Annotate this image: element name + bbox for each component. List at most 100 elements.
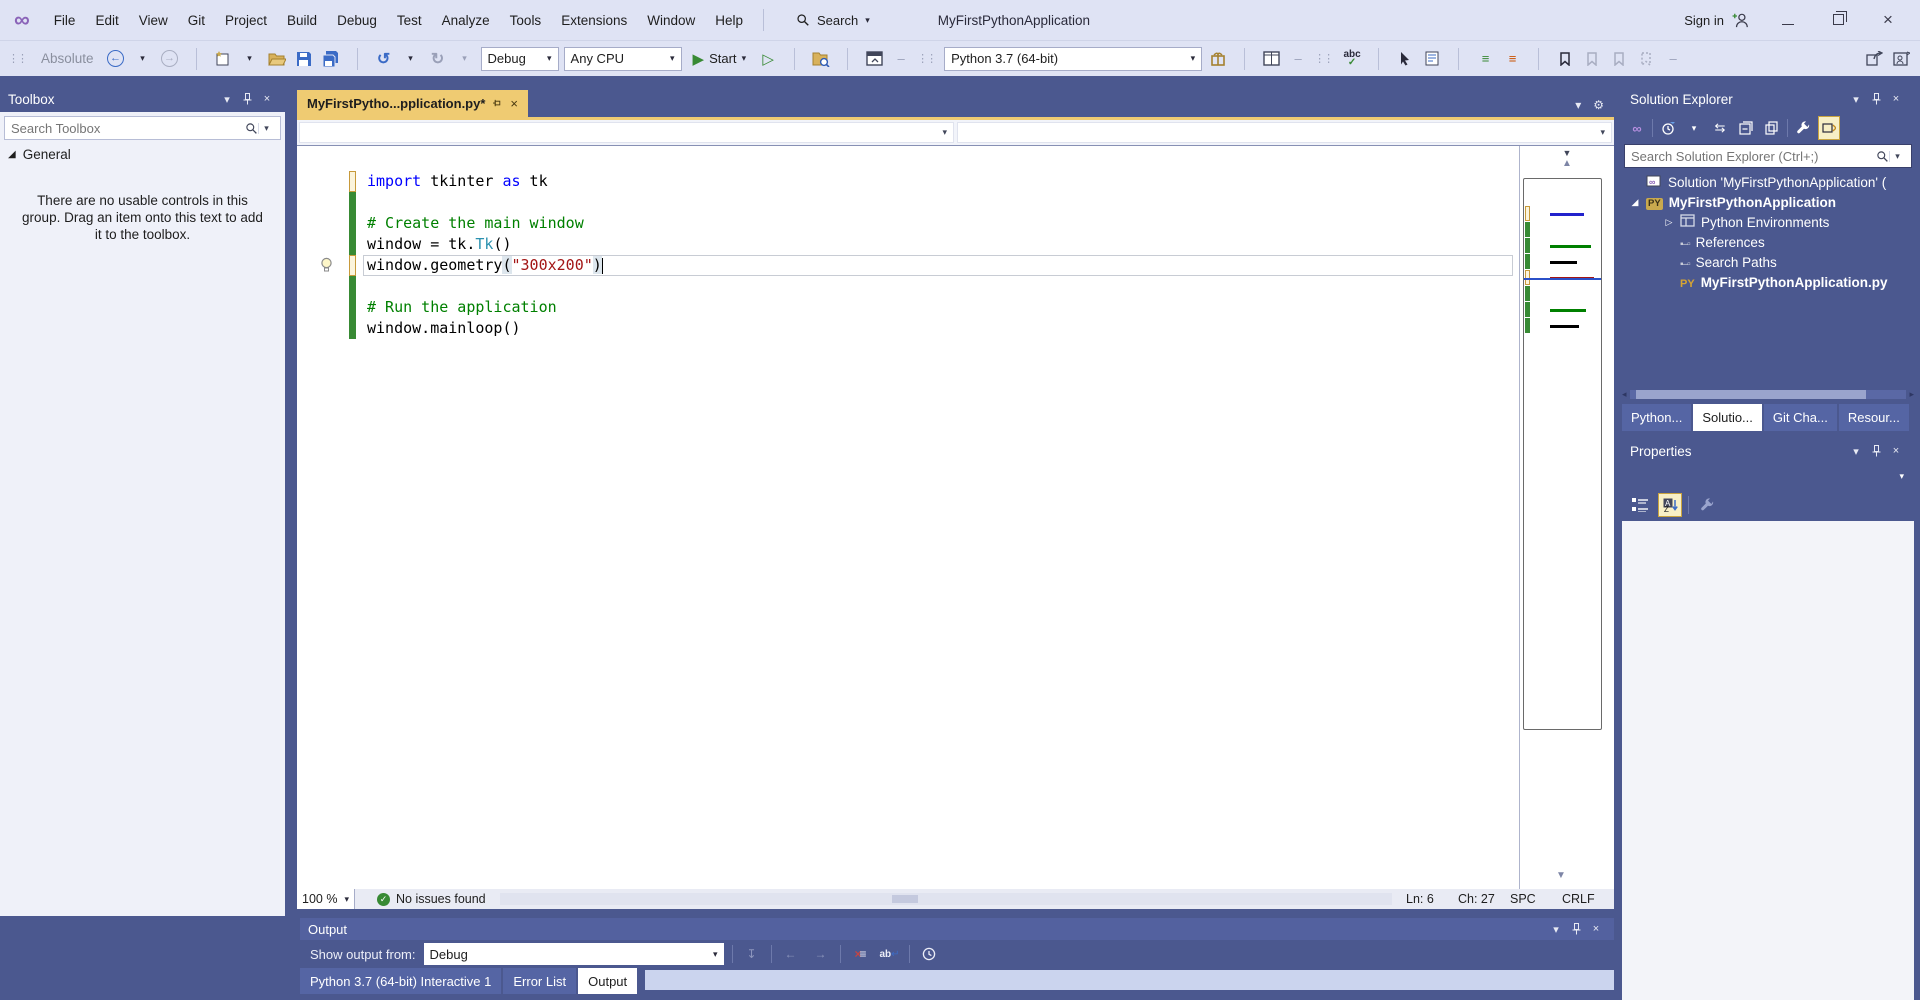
restore-button[interactable]: [1826, 12, 1850, 28]
window-position-chevron-icon[interactable]: ▾: [1846, 90, 1866, 108]
tree-item-python-environments[interactable]: ▷Python Environments: [1622, 212, 1914, 232]
tab-output[interactable]: Output: [578, 968, 637, 994]
next-bookmark-button[interactable]: [1608, 46, 1630, 72]
alphabetical-sort-icon[interactable]: AZ: [1658, 493, 1682, 517]
code-area[interactable]: import tkinter as tk# Create the main wi…: [297, 150, 1519, 339]
collapse-all-icon[interactable]: [1735, 116, 1757, 140]
menu-test[interactable]: Test: [387, 9, 432, 32]
toolbar-drag-grip[interactable]: ⋮⋮: [1314, 52, 1332, 65]
tree-item-search-paths[interactable]: ▪–▫Search Paths: [1622, 252, 1914, 272]
line-ending-indicator[interactable]: CRLF: [1562, 892, 1614, 906]
switch-views-icon[interactable]: ∞: [1626, 116, 1648, 140]
scrollbar-map[interactable]: [1523, 178, 1602, 730]
tab-resour-[interactable]: Resour...: [1839, 404, 1909, 431]
share-button[interactable]: [1863, 46, 1885, 72]
tree-item-myfirstpythonapplication-py[interactable]: PYMyFirstPythonApplication.py: [1622, 272, 1914, 292]
toolbox-search[interactable]: ▾: [4, 116, 281, 140]
solution-explorer-search-input[interactable]: [1631, 149, 1876, 164]
increase-indent-button[interactable]: ≡: [1501, 46, 1523, 72]
sync-namespaces-icon[interactable]: ⇆: [1709, 116, 1731, 140]
interactive-window-button[interactable]: [1260, 46, 1282, 72]
close-icon[interactable]: ×: [1586, 920, 1606, 938]
toolbox-search-input[interactable]: [11, 121, 245, 136]
editor-settings-gear-icon[interactable]: ⚙: [1593, 98, 1604, 112]
issues-indicator[interactable]: ✓ No issues found: [377, 892, 486, 906]
code-line[interactable]: [297, 192, 1519, 213]
toolbar-drag-grip[interactable]: ⋮⋮: [917, 52, 935, 65]
tab-git-cha-[interactable]: Git Cha...: [1764, 404, 1837, 431]
zoom-combobox[interactable]: 100 % ▾: [297, 889, 355, 909]
tree-item-myfirstpythonapplication[interactable]: ◢PYMyFirstPythonApplication: [1622, 192, 1914, 212]
start-debugging-button[interactable]: ▶ Start ▾: [687, 46, 753, 72]
redo-chevron[interactable]: ▾: [454, 46, 476, 72]
show-all-files-icon[interactable]: [1761, 116, 1783, 140]
previous-message-icon[interactable]: ←: [780, 943, 802, 965]
object-selector-combobox[interactable]: ▾: [1622, 464, 1914, 489]
menu-window[interactable]: Window: [637, 9, 705, 32]
select-element-button[interactable]: [1394, 46, 1416, 72]
tab-python-3-7-64-bit-interactive-1[interactable]: Python 3.7 (64-bit) Interactive 1: [300, 968, 501, 994]
tree-item-solution-myfirstpythonapplicat[interactable]: ∞Solution 'MyFirstPythonApplication' (: [1622, 172, 1914, 192]
code-editor[interactable]: import tkinter as tk# Create the main wi…: [297, 146, 1614, 889]
send-feedback-button[interactable]: [1890, 46, 1912, 72]
pin-icon[interactable]: [1866, 90, 1886, 108]
next-message-icon[interactable]: →: [810, 943, 832, 965]
pin-icon[interactable]: [237, 90, 257, 108]
menu-help[interactable]: Help: [705, 9, 753, 32]
code-line-current[interactable]: window.geometry("300x200"): [297, 255, 1519, 276]
open-file-button[interactable]: [266, 46, 288, 72]
pin-icon[interactable]: [1566, 920, 1586, 938]
new-project-button[interactable]: [212, 46, 234, 72]
window-position-chevron-icon[interactable]: ▾: [1546, 920, 1566, 938]
menu-analyze[interactable]: Analyze: [432, 9, 500, 32]
menu-file[interactable]: File: [44, 9, 86, 32]
editor-scrollbar-column[interactable]: ▼ ▲ ▼: [1519, 146, 1614, 889]
new-project-chevron[interactable]: ▾: [239, 46, 261, 72]
filter-chevron-icon[interactable]: ▾: [1683, 116, 1705, 140]
menu-view[interactable]: View: [129, 9, 178, 32]
categorized-view-icon[interactable]: [1628, 493, 1652, 517]
menu-build[interactable]: Build: [277, 9, 327, 32]
tab-error-list[interactable]: Error List: [503, 968, 576, 994]
menu-extensions[interactable]: Extensions: [551, 9, 637, 32]
line-indicator[interactable]: Ln: 6: [1406, 892, 1458, 906]
undo-chevron[interactable]: ▾: [400, 46, 422, 72]
insert-snippet-button[interactable]: [1421, 46, 1443, 72]
expanded-arrow-icon[interactable]: ◢: [1630, 197, 1640, 208]
search-options-chevron[interactable]: ▾: [1889, 151, 1905, 162]
navigate-back-chevron[interactable]: ▾: [132, 46, 154, 72]
menu-tools[interactable]: Tools: [500, 9, 552, 32]
code-line[interactable]: [297, 276, 1519, 297]
scroll-right-arrow[interactable]: ▸: [1909, 389, 1914, 400]
scroll-left-arrow[interactable]: ◂: [1622, 389, 1627, 400]
toolbar-drag-grip[interactable]: ⋮⋮: [8, 52, 26, 65]
menu-edit[interactable]: Edit: [85, 9, 128, 32]
horizontal-scrollbar[interactable]: [500, 893, 1392, 905]
horizontal-scrollbar[interactable]: ◂ ▸: [1622, 388, 1914, 401]
property-pages-wrench-icon[interactable]: [1695, 493, 1719, 517]
split-window-handle[interactable]: ▼: [1520, 146, 1614, 158]
tab-solutio-[interactable]: Solutio...: [1693, 404, 1762, 431]
solution-platform-combobox[interactable]: Any CPU▾: [564, 47, 682, 71]
code-line[interactable]: # Run the application: [297, 297, 1519, 318]
search-control[interactable]: Search ▾: [788, 9, 878, 32]
bookmark-folder-button[interactable]: [1635, 46, 1657, 72]
timestamp-clock-icon[interactable]: [918, 943, 940, 965]
close-icon[interactable]: ×: [1886, 90, 1906, 108]
solution-configuration-combobox[interactable]: Debug▾: [481, 47, 559, 71]
find-in-files-button[interactable]: [810, 46, 832, 72]
navigate-back-button[interactable]: ←: [105, 46, 127, 72]
properties-header[interactable]: Properties ▾ ×: [1622, 438, 1914, 464]
indentation-indicator[interactable]: SPC: [1510, 892, 1562, 906]
previous-bookmark-button[interactable]: [1581, 46, 1603, 72]
find-message-icon[interactable]: ↧: [741, 943, 763, 965]
spell-check-button[interactable]: abc✓: [1341, 46, 1363, 72]
navigate-forward-button[interactable]: →: [159, 46, 181, 72]
pin-icon[interactable]: [493, 98, 502, 110]
save-all-button[interactable]: [320, 46, 342, 72]
sync-with-active-document-icon[interactable]: [1818, 116, 1840, 140]
close-button[interactable]: ×: [1876, 10, 1900, 30]
menu-project[interactable]: Project: [215, 9, 277, 32]
sign-in-button[interactable]: Sign in: [1684, 12, 1750, 28]
tree-item-references[interactable]: ▪–▫References: [1622, 232, 1914, 252]
